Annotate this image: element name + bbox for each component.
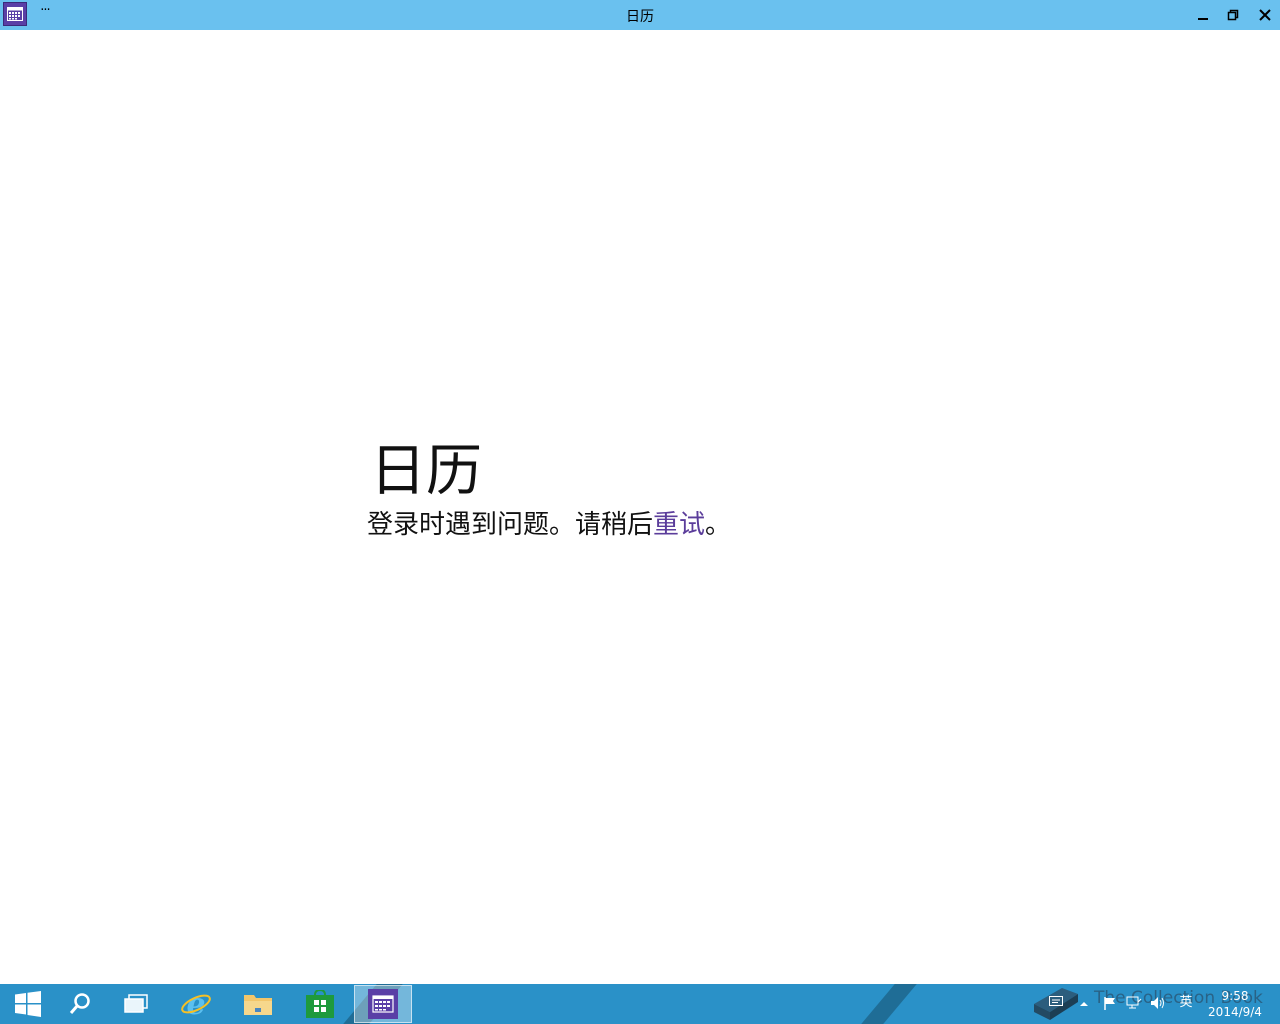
network-icon[interactable] bbox=[1126, 996, 1142, 1012]
search-button[interactable] bbox=[52, 985, 108, 1023]
show-hidden-icons-button[interactable] bbox=[1076, 996, 1092, 1012]
folder-icon bbox=[244, 995, 272, 1015]
windows-logo-icon bbox=[15, 991, 41, 1017]
file-explorer-button[interactable] bbox=[230, 985, 286, 1023]
taskbar-decoration bbox=[861, 984, 917, 1024]
minimize-icon bbox=[1198, 18, 1208, 20]
flag-icon[interactable] bbox=[1102, 996, 1118, 1012]
app-heading: 日历 bbox=[370, 439, 482, 504]
title-bar: ··· 日历 bbox=[0, 0, 1280, 30]
ime-indicator[interactable]: 英 bbox=[1178, 995, 1194, 1011]
restore-button[interactable] bbox=[1218, 0, 1248, 30]
internet-explorer-button[interactable]: e bbox=[168, 985, 224, 1023]
close-icon bbox=[1259, 9, 1271, 21]
clock[interactable]: 9:58 2014/9/4 bbox=[1200, 988, 1270, 1020]
clock-date: 2014/9/4 bbox=[1208, 1005, 1262, 1019]
clock-time: 9:58 bbox=[1221, 989, 1249, 1003]
svg-text:e: e bbox=[186, 988, 205, 1020]
retry-link[interactable]: 重试 bbox=[653, 510, 705, 540]
calendar-taskbar-button[interactable] bbox=[354, 985, 412, 1023]
close-button[interactable] bbox=[1250, 0, 1280, 30]
error-message-text: 登录时遇到问题。请稍后 bbox=[367, 510, 654, 540]
volume-icon[interactable] bbox=[1150, 996, 1166, 1012]
taskbar: e The Collection Book 英 9:58 2014/9/4 bbox=[0, 984, 1280, 1024]
store-button[interactable] bbox=[292, 985, 348, 1023]
error-message: 登录时遇到问题。请稍后重试。 bbox=[367, 508, 731, 542]
window-title: 日历 bbox=[626, 9, 654, 25]
start-button[interactable] bbox=[0, 985, 56, 1023]
search-icon bbox=[69, 993, 90, 1014]
minimize-button[interactable] bbox=[1188, 0, 1218, 30]
ie-icon: e bbox=[181, 988, 211, 1020]
task-view-icon bbox=[124, 994, 148, 1013]
task-view-button[interactable] bbox=[108, 985, 164, 1023]
calendar-icon bbox=[368, 989, 398, 1019]
error-message-suffix: 。 bbox=[705, 510, 732, 540]
store-icon bbox=[306, 990, 334, 1018]
restore-icon bbox=[1227, 9, 1239, 21]
action-center-icon[interactable] bbox=[1048, 996, 1064, 1012]
